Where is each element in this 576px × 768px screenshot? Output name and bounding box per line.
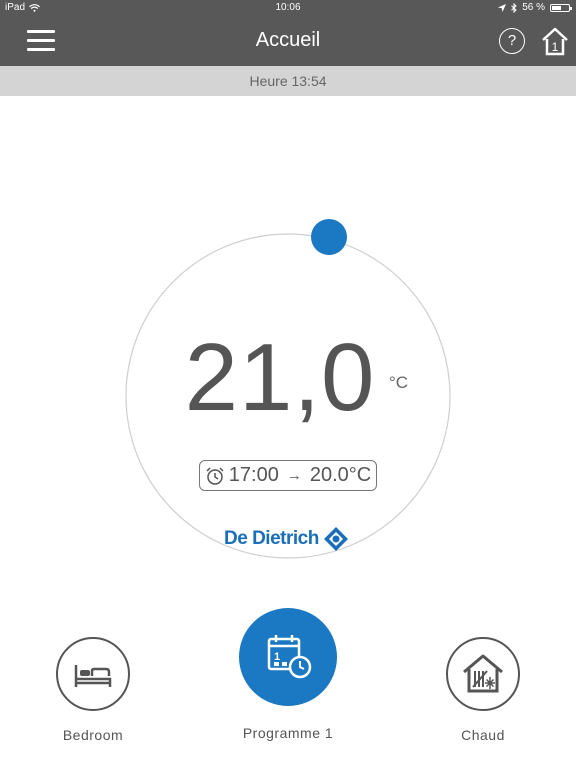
location-icon xyxy=(498,3,507,12)
mode-bedroom-label: Bedroom xyxy=(62,727,124,743)
current-temperature: 21,0 xyxy=(184,324,376,431)
time-bar: Heure 13:54 xyxy=(0,66,576,96)
mode-programme-1-button[interactable]: 1 xyxy=(239,608,337,706)
help-button[interactable]: ? xyxy=(499,28,525,54)
svg-text:1: 1 xyxy=(274,651,280,663)
page-title: Accueil xyxy=(255,29,321,51)
mode-programme-1-label: Programme 1 xyxy=(242,725,334,741)
calendar-clock-icon: 1 xyxy=(267,635,312,679)
mode-chaud-button[interactable] xyxy=(446,637,520,711)
home-number: 1 xyxy=(551,40,559,54)
bed-icon xyxy=(74,665,112,687)
next-schedule: 17:00 → 20.0°C xyxy=(199,460,377,491)
temperature-unit: °C xyxy=(389,373,409,392)
brand-name: De Dietrich xyxy=(224,528,319,549)
alarm-clock-icon xyxy=(206,466,224,485)
status-time: 10:06 xyxy=(275,2,301,13)
mode-bedroom-button[interactable] xyxy=(56,637,130,711)
mode-programme-1[interactable]: 1 Programme 1 xyxy=(218,608,358,741)
mode-bedroom[interactable]: Bedroom xyxy=(23,608,163,743)
status-right: 56 % xyxy=(498,2,572,13)
bluetooth-icon xyxy=(511,2,517,13)
schedule-temperature: 20.0°C xyxy=(309,464,372,486)
house-heat-icon xyxy=(463,654,503,693)
nav-bar: Accueil ? 1 xyxy=(0,16,576,66)
dial-knob[interactable] xyxy=(311,219,347,255)
home-selector-button[interactable]: 1 xyxy=(540,26,570,56)
battery-icon xyxy=(550,3,572,12)
schedule-arrow: → xyxy=(286,467,302,484)
battery-percent: 56 % xyxy=(522,2,545,13)
mode-chaud-label: Chaud xyxy=(461,727,505,743)
brand-diamond-icon xyxy=(323,527,348,551)
schedule-time: 17:00 xyxy=(228,464,279,486)
brand-logo: De Dietrich xyxy=(224,526,349,552)
mode-chaud[interactable]: Chaud xyxy=(413,608,553,743)
battery-fill xyxy=(552,5,561,10)
status-bar: iPad 10:06 56 % xyxy=(0,0,576,16)
